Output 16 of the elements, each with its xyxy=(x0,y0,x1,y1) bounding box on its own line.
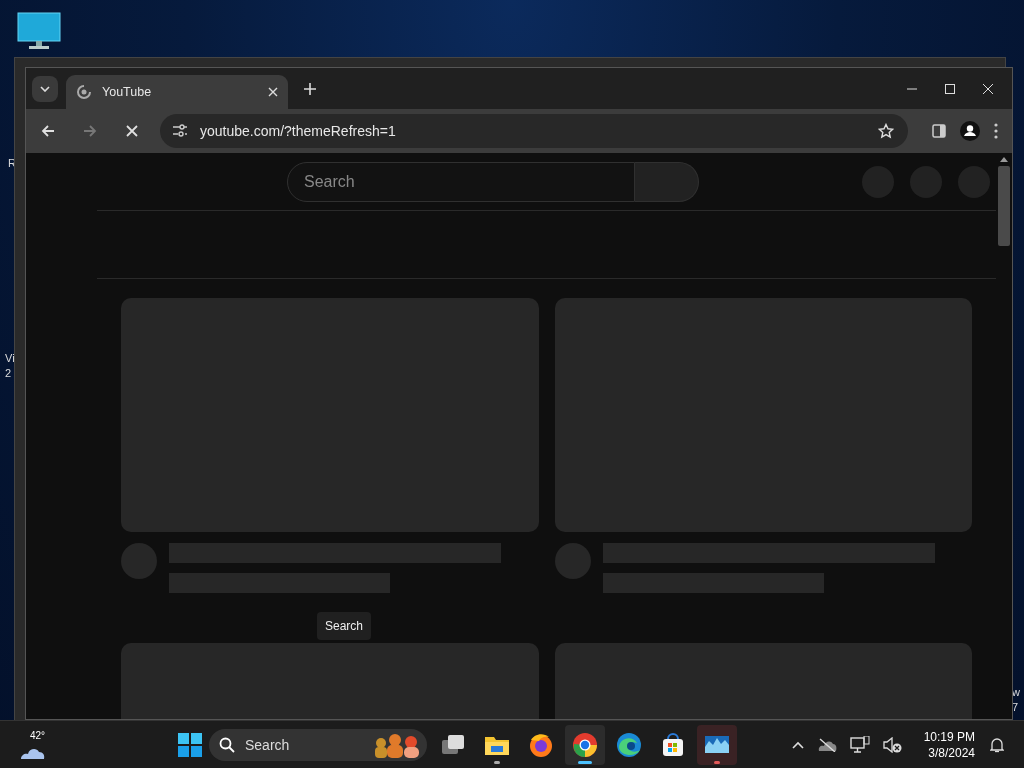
tooltip: Search xyxy=(317,612,372,640)
tab-title: YouTube xyxy=(102,85,153,99)
url-text: youtube.com/?themeRefresh=1 xyxy=(200,123,396,139)
clock[interactable]: 10:19 PM 3/8/2024 xyxy=(923,728,975,761)
window-text-fragment: 2 xyxy=(5,366,13,381)
search-field[interactable]: Search xyxy=(287,161,635,202)
taskbar-search-field[interactable]: Search xyxy=(209,728,427,761)
window-text-fragment: Vi xyxy=(5,351,15,366)
search-placeholder: Search xyxy=(245,736,290,753)
browser-tab[interactable]: YouTube xyxy=(66,75,288,109)
time-text: 10:19 PM xyxy=(923,728,975,745)
address-bar[interactable]: youtube.com/?themeRefresh=1 xyxy=(160,114,908,148)
temperature-text: 42° xyxy=(30,729,46,741)
weather-widget[interactable]: 42° xyxy=(19,729,59,760)
date-text: 3/8/2024 xyxy=(928,744,975,761)
window-text-fragment: 7 xyxy=(1012,700,1020,715)
